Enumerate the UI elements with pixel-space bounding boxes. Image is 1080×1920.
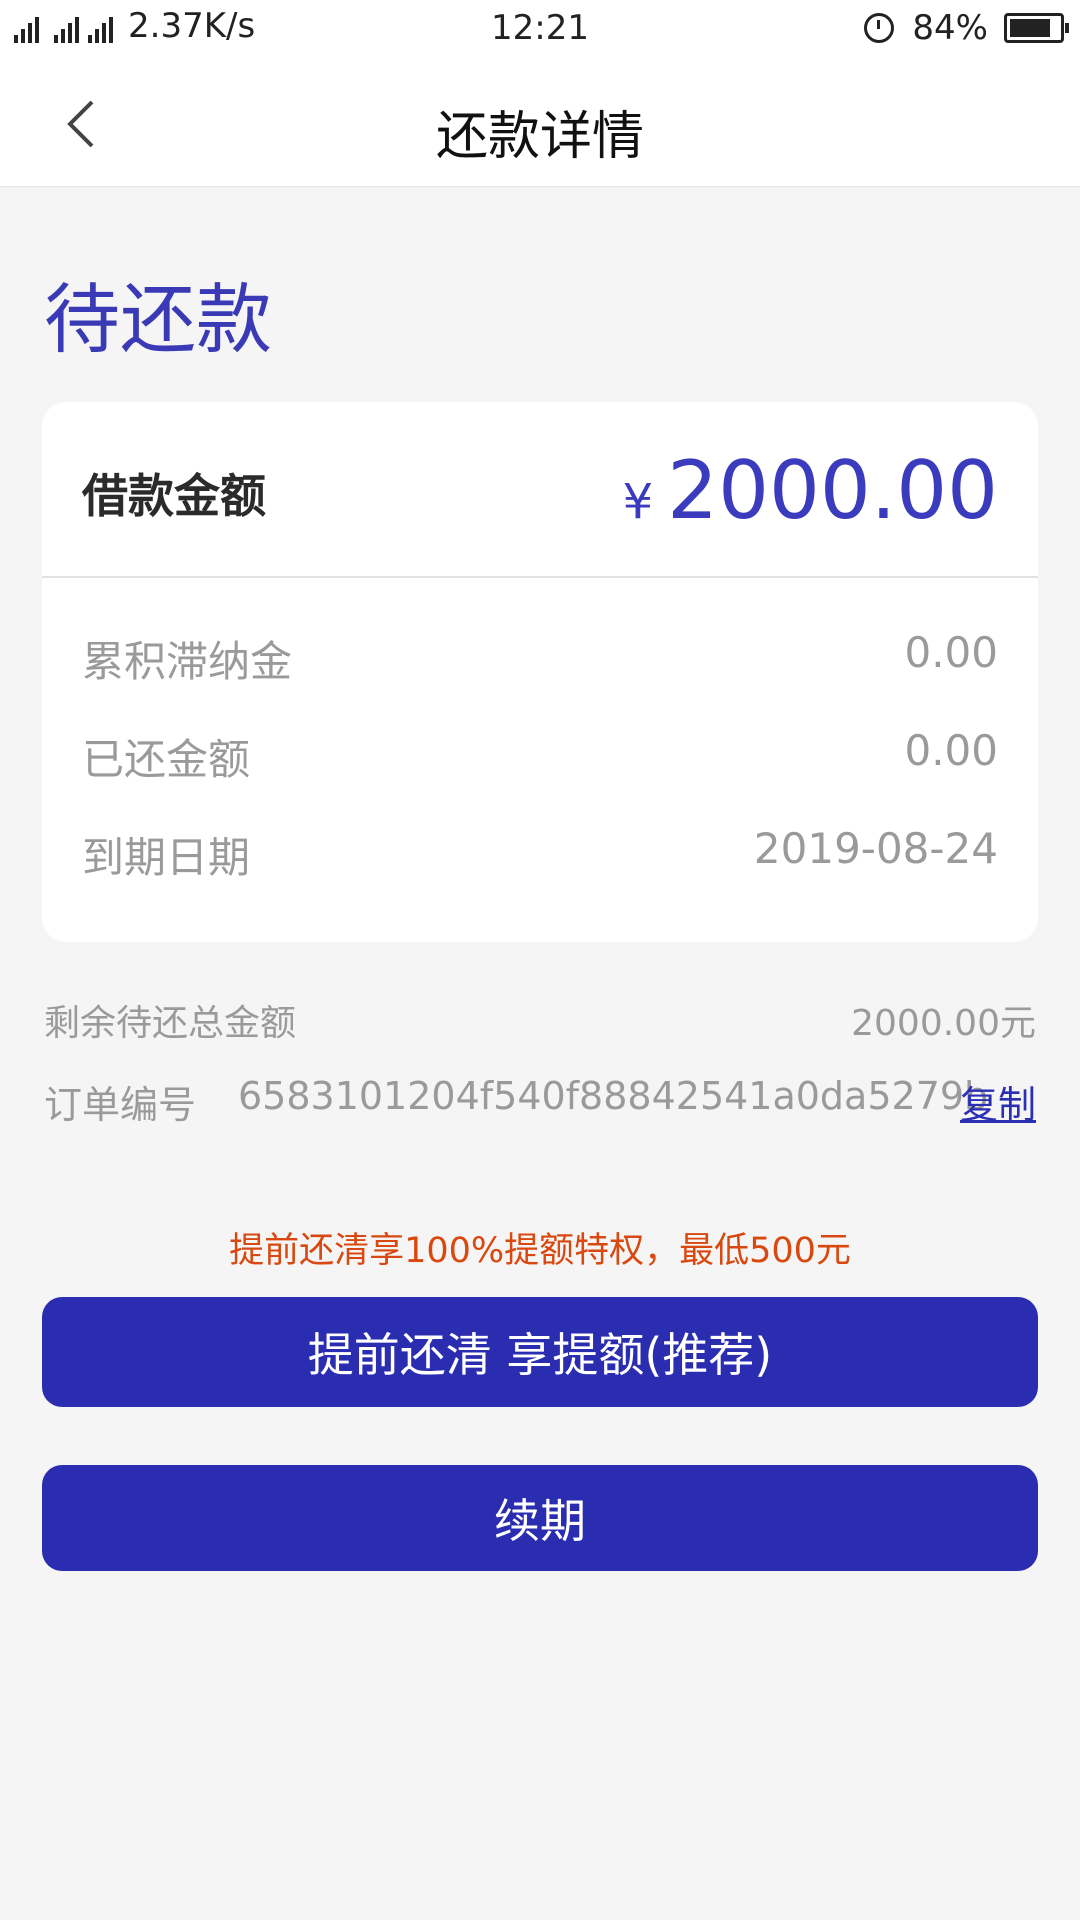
detail-value: 0.00 <box>904 628 998 677</box>
detail-label: 已还金额 <box>82 735 251 784</box>
nav-bar: 还款详情 <box>0 58 1080 187</box>
detail-label: 到期日期 <box>82 833 251 882</box>
battery-icon <box>1004 13 1069 43</box>
battery-percent: 84% <box>912 8 988 48</box>
loan-amount-label: 借款金额 <box>82 469 266 523</box>
order-number-value: 6583101204f540f88842541a0da5279b <box>238 1074 989 1118</box>
detail-row-late-fee: 累积滞纳金 0.00 <box>82 628 998 686</box>
status-bar-right: 84% <box>864 8 1069 48</box>
order-number-label: 订单编号 <box>44 1083 197 1127</box>
repayment-card: 借款金额 ¥2000.00 累积滞纳金 0.00 已还金额 0.00 到期日期 … <box>42 402 1038 942</box>
promo-text: 提前还清享100%提额特权，最低500元 <box>229 1231 851 1271</box>
repayment-status-title: 待还款 <box>44 275 272 364</box>
early-repay-button[interactable]: 提前还清 享提额(推荐) <box>42 1297 1038 1407</box>
detail-value: 0.00 <box>904 726 998 775</box>
loan-amount-value: 2000.00 <box>667 444 998 537</box>
renew-button[interactable]: 续期 <box>42 1465 1038 1571</box>
card-divider <box>42 576 1038 578</box>
order-number-row: 订单编号 6583101204f540f88842541a0da5279b 复制 <box>44 1074 1036 1127</box>
remaining-total-value: 2000.00元 <box>851 1003 1036 1044</box>
copy-button[interactable]: 复制 <box>960 1074 1036 1129</box>
currency-symbol: ¥ <box>622 474 654 530</box>
detail-value: 2019-08-24 <box>753 824 998 873</box>
remaining-total-row: 剩余待还总金额 2000.00元 <box>44 994 1036 1044</box>
detail-label: 累积滞纳金 <box>82 637 293 686</box>
detail-row-due-date: 到期日期 2019-08-24 <box>82 824 998 882</box>
alarm-icon <box>864 13 895 43</box>
status-bar: 2.37K/s 12:21 84% <box>0 0 1080 58</box>
loan-amount: ¥2000.00 <box>623 444 998 537</box>
detail-row-repaid: 已还金额 0.00 <box>82 726 998 784</box>
remaining-total-label: 剩余待还总金额 <box>44 1003 297 1044</box>
page-title: 还款详情 <box>435 107 644 167</box>
battery-fill <box>1010 19 1050 37</box>
